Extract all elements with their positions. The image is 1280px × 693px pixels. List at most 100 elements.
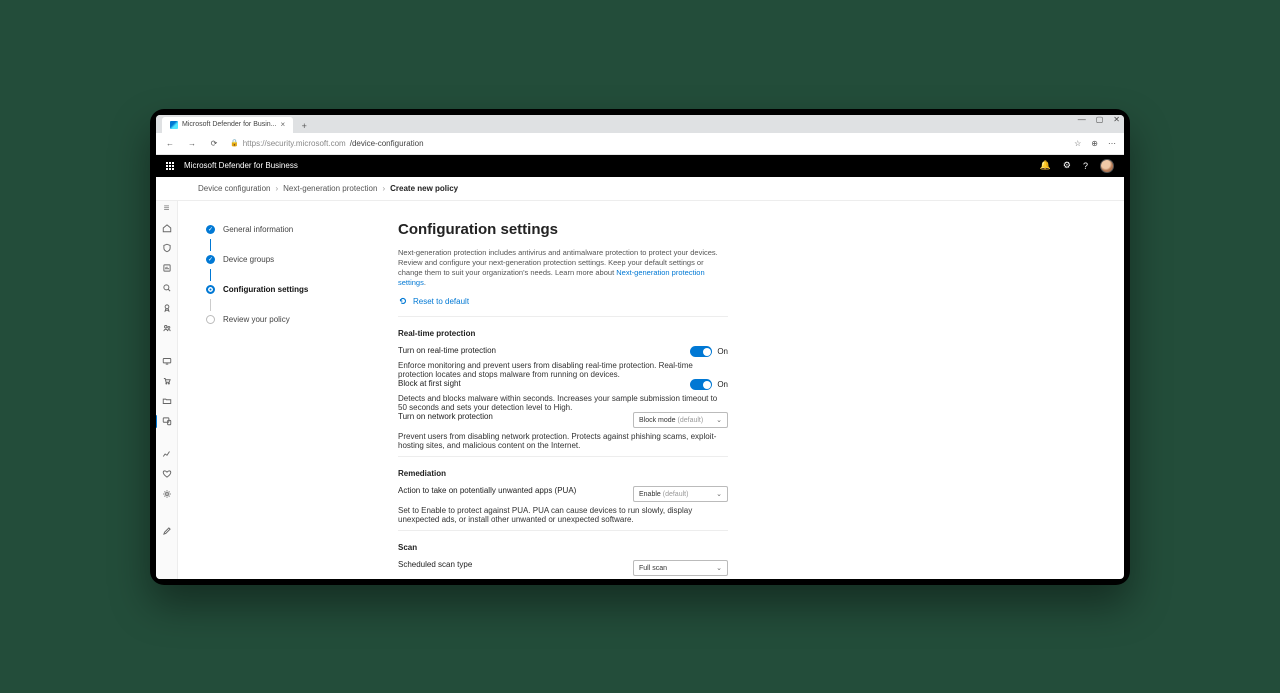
help-icon[interactable]: ? xyxy=(1083,161,1088,171)
award-icon[interactable] xyxy=(161,303,172,314)
new-tab-button[interactable]: + xyxy=(297,119,311,133)
setting-bafs: Block at first sight On xyxy=(398,379,728,390)
chevron-down-icon: ⌄ xyxy=(716,490,722,498)
step-complete-icon xyxy=(206,225,215,234)
setting-desc: Detects and blocks malware within second… xyxy=(398,394,728,412)
setting-scan-type: Scheduled scan type Full scan ⌄ xyxy=(398,560,728,576)
browser-tab-strip: Microsoft Defender for Busin... × + — ▢ … xyxy=(156,115,1124,133)
toggle-state: On xyxy=(717,347,728,356)
step-label: Configuration settings xyxy=(223,285,308,294)
section-realtime: Real-time protection Turn on real-time p… xyxy=(398,316,728,456)
gear-icon[interactable] xyxy=(161,489,172,500)
app-title: Microsoft Defender for Business xyxy=(184,161,298,170)
report-icon[interactable] xyxy=(161,263,172,274)
setting-rtp: Turn on real-time protection On xyxy=(398,346,728,357)
step-connector xyxy=(210,239,211,251)
section-scan: Scan Scheduled scan type Full scan ⌄ xyxy=(398,530,728,579)
setting-label: Turn on network protection xyxy=(398,412,493,421)
reset-to-default-button[interactable]: Reset to default xyxy=(398,296,1124,306)
setting-desc: Enforce monitoring and prevent users fro… xyxy=(398,361,728,379)
toggle-state: On xyxy=(717,380,728,389)
main-content: Configuration settings Next-generation p… xyxy=(388,201,1124,579)
dropdown-value: Block mode xyxy=(639,417,676,424)
step-label: Device groups xyxy=(223,255,274,264)
search-icon[interactable] xyxy=(161,283,172,294)
breadcrumb-link-nextgen[interactable]: Next-generation protection xyxy=(283,184,377,193)
browser-tab[interactable]: Microsoft Defender for Busin... × xyxy=(162,117,293,133)
url-field[interactable]: 🔒 https://security.microsoft.com/device-… xyxy=(230,139,1064,148)
setting-label: Block at first sight xyxy=(398,379,461,388)
url-host: https://security.microsoft.com xyxy=(243,139,346,148)
step-connector xyxy=(210,299,211,311)
nav-forward-icon[interactable]: → xyxy=(186,139,198,148)
network-protection-dropdown[interactable]: Block mode (default) ⌄ xyxy=(633,412,728,428)
setting-label: Turn on real-time protection xyxy=(398,346,496,355)
setting-label: Action to take on potentially unwanted a… xyxy=(398,486,576,495)
chart-icon[interactable] xyxy=(161,449,172,460)
step-device-groups[interactable]: Device groups xyxy=(206,253,388,267)
notifications-icon[interactable]: 🔔 xyxy=(1040,160,1051,171)
folder-icon[interactable] xyxy=(161,396,172,407)
bafs-toggle[interactable] xyxy=(690,379,712,390)
shield-icon[interactable] xyxy=(161,243,172,254)
dropdown-default: (default) xyxy=(663,491,689,498)
window-controls: — ▢ ✕ xyxy=(1078,115,1120,124)
app-launcher-icon[interactable] xyxy=(166,162,174,170)
tab-close-icon[interactable]: × xyxy=(281,120,286,129)
url-path: /device-configuration xyxy=(350,139,424,148)
pua-dropdown[interactable]: Enable (default) ⌄ xyxy=(633,486,728,502)
chevron-right-icon: › xyxy=(275,184,278,193)
step-connector xyxy=(210,269,211,281)
breadcrumb-current: Create new policy xyxy=(390,184,458,193)
app-header: Microsoft Defender for Business 🔔 ⚙ ? xyxy=(156,155,1124,177)
home-icon[interactable] xyxy=(161,223,172,234)
step-label: General information xyxy=(223,225,293,234)
tab-title: Microsoft Defender for Busin... xyxy=(182,121,277,128)
setting-desc: Set to Enable to protect against PUA. PU… xyxy=(398,506,728,524)
setting-pua: Action to take on potentially unwanted a… xyxy=(398,486,728,502)
app-body: ≡ General information xyxy=(156,201,1124,579)
page-title: Configuration settings xyxy=(398,221,1124,238)
device-icon[interactable] xyxy=(161,356,172,367)
step-review-policy[interactable]: Review your policy xyxy=(206,313,388,327)
device-config-icon[interactable] xyxy=(161,416,172,427)
edit-icon[interactable] xyxy=(161,526,172,537)
section-title: Real-time protection xyxy=(398,329,728,338)
settings-gear-icon[interactable]: ⚙ xyxy=(1063,160,1071,171)
breadcrumb: Device configuration › Next-generation p… xyxy=(156,177,1124,201)
dropdown-value: Full scan xyxy=(639,565,667,572)
section-remediation: Remediation Action to take on potentiall… xyxy=(398,456,728,530)
scan-type-dropdown[interactable]: Full scan ⌄ xyxy=(633,560,728,576)
shield-favicon-icon xyxy=(170,121,178,129)
chevron-right-icon: › xyxy=(382,184,385,193)
nav-back-icon[interactable]: ← xyxy=(164,139,176,148)
step-configuration-settings[interactable]: Configuration settings xyxy=(206,283,388,297)
nav-rail: ≡ xyxy=(156,201,178,579)
wizard-steps: General information Device groups Config… xyxy=(178,201,388,579)
collections-icon[interactable]: ⊕ xyxy=(1091,139,1098,148)
step-todo-icon xyxy=(206,315,215,324)
step-general-info[interactable]: General information xyxy=(206,223,388,237)
window-minimize-icon[interactable]: — xyxy=(1078,115,1086,124)
nav-refresh-icon[interactable]: ⟳ xyxy=(208,139,220,148)
breadcrumb-link-device-config[interactable]: Device configuration xyxy=(198,184,270,193)
favorite-icon[interactable]: ☆ xyxy=(1074,139,1081,148)
browser-address-bar: ← → ⟳ 🔒 https://security.microsoft.com/d… xyxy=(156,133,1124,155)
health-icon[interactable] xyxy=(161,469,172,480)
setting-network-protection: Turn on network protection Block mode (d… xyxy=(398,412,728,428)
window-close-icon[interactable]: ✕ xyxy=(1113,115,1120,124)
rtp-toggle[interactable] xyxy=(690,346,712,357)
reset-icon xyxy=(398,296,408,306)
cart-icon[interactable] xyxy=(161,376,172,387)
browser-menu-icon[interactable]: ⋯ xyxy=(1108,139,1116,148)
window-maximize-icon[interactable]: ▢ xyxy=(1096,115,1104,124)
section-title: Scan xyxy=(398,543,728,552)
setting-desc: Prevent users from disabling network pro… xyxy=(398,432,728,450)
device-frame: Microsoft Defender for Busin... × + — ▢ … xyxy=(150,109,1130,585)
step-complete-icon xyxy=(206,255,215,264)
people-icon[interactable] xyxy=(161,323,172,334)
hamburger-icon[interactable]: ≡ xyxy=(164,203,170,214)
chevron-down-icon: ⌄ xyxy=(716,564,722,572)
reset-label: Reset to default xyxy=(413,297,469,306)
avatar[interactable] xyxy=(1100,159,1114,173)
